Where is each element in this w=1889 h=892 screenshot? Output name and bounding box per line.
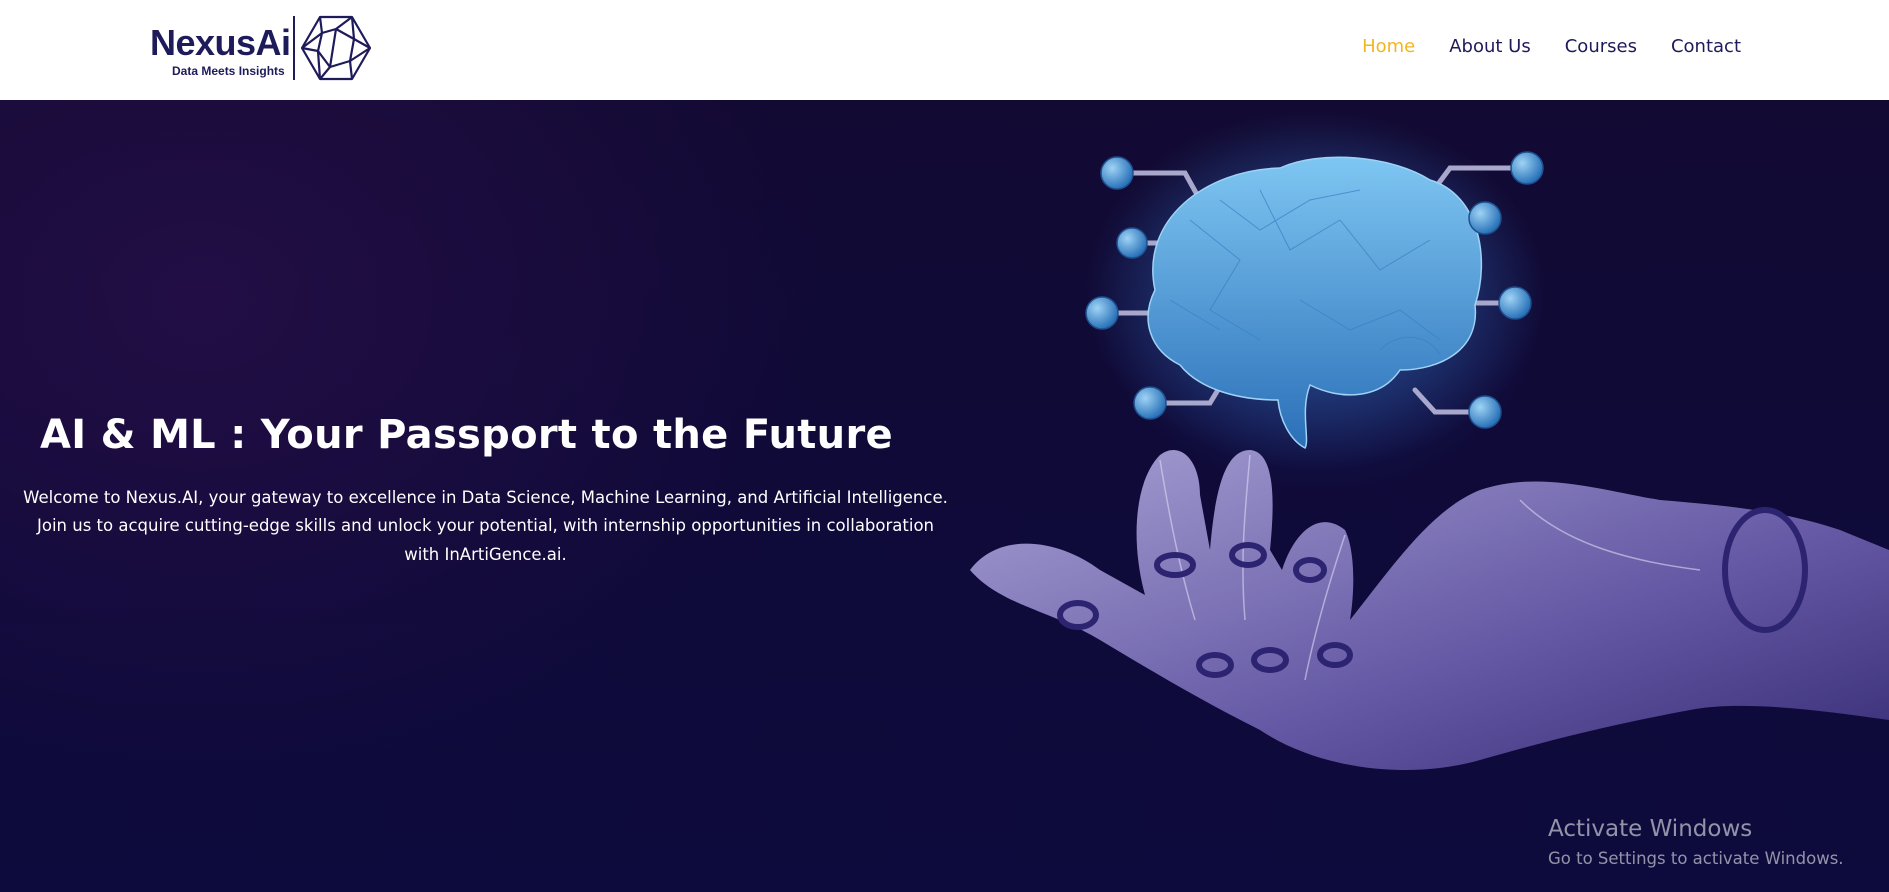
watermark-title: Activate Windows: [1548, 816, 1753, 842]
nav-about-us[interactable]: About Us: [1449, 36, 1531, 57]
windows-activation-watermark: Activate Windows Go to Settings to activ…: [1548, 816, 1844, 868]
hero-description: Welcome to Nexus.AI, your gateway to exc…: [23, 487, 948, 564]
brand-tagline: Data Meets Insights: [172, 64, 285, 78]
site-header: NexusAi Data Meets Insights Home About U…: [0, 0, 1889, 100]
polyhedron-logo-icon: [300, 15, 372, 81]
robot-hand-brain-illustration: [970, 110, 1889, 770]
hero-section: AI & ML : Your Passport to the Future We…: [0, 100, 1889, 892]
logo-divider: [293, 16, 295, 80]
brand-logo[interactable]: NexusAi Data Meets Insights: [150, 14, 375, 82]
nav-home[interactable]: Home: [1362, 36, 1415, 57]
hero-title: AI & ML : Your Passport to the Future: [40, 412, 893, 458]
nav-courses[interactable]: Courses: [1565, 36, 1637, 57]
nav-contact[interactable]: Contact: [1671, 36, 1741, 57]
main-nav: Home About Us Courses Contact: [1362, 36, 1741, 57]
watermark-subtitle: Go to Settings to activate Windows.: [1548, 849, 1844, 868]
brand-name: NexusAi: [150, 22, 291, 63]
